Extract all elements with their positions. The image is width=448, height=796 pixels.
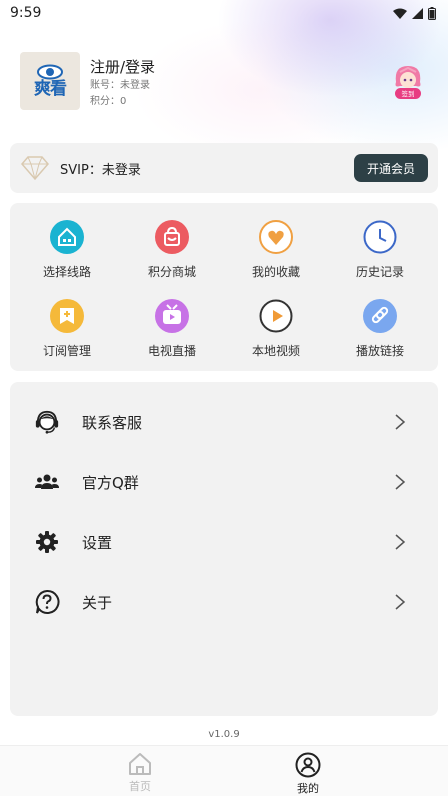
feature-play-link[interactable]: 播放链接 [335, 299, 425, 359]
menu-list: 联系客服 官方Q群 设置 关于 [10, 382, 438, 716]
tab-home-label: 首页 [129, 780, 151, 793]
wifi-icon [393, 8, 407, 19]
feature-label: 历史记录 [355, 265, 404, 279]
chevron-right-icon [395, 414, 406, 430]
open-vip-button[interactable]: 开通会员 [354, 154, 428, 182]
vip-card: SVIP：未登录 开通会员 [10, 143, 438, 193]
feature-label: 我的收藏 [251, 265, 300, 279]
feature-local-video[interactable]: 本地视频 [231, 299, 321, 359]
gear-icon [34, 529, 60, 555]
feature-tv-live[interactable]: 电视直播 [127, 299, 217, 359]
feature-history[interactable]: 历史记录 [335, 220, 425, 280]
bottom-tab-bar: 首页 我的 [0, 745, 448, 796]
tab-mine-label: 我的 [297, 782, 319, 795]
home-icon [129, 753, 151, 775]
menu-label: 关于 [82, 593, 113, 612]
login-title[interactable]: 注册/登录 [90, 56, 155, 77]
app-logo: 爽看 [20, 52, 80, 110]
diamond-icon [21, 156, 49, 181]
menu-item-customer-service[interactable]: 联系客服 [10, 402, 438, 442]
feature-label: 本地视频 [251, 344, 300, 358]
status-icons [393, 6, 436, 20]
chevron-right-icon [395, 594, 406, 610]
vip-status-label: SVIP：未登录 [60, 162, 141, 178]
feature-select-route[interactable]: 选择线路 [22, 220, 112, 280]
route-icon [50, 220, 84, 254]
profile-info: 注册/登录 账号：未登录 积分：0 [90, 52, 155, 109]
points-text: 积分：0 [90, 96, 127, 107]
feature-favorites[interactable]: 我的收藏 [231, 220, 321, 280]
signal-icon [412, 7, 423, 19]
tab-home[interactable]: 首页 [110, 752, 170, 794]
feature-points-mall[interactable]: 积分商城 [127, 220, 217, 280]
menu-item-about[interactable]: 关于 [10, 582, 438, 622]
feature-label: 积分商城 [147, 265, 196, 279]
feature-grid: 选择线路 积分商城 我的收藏 历史记录 订阅管理 电视直播 本地视频 播放链接 [10, 203, 438, 371]
checkin-avatar[interactable]: 签到 [388, 62, 428, 102]
menu-label: 设置 [82, 533, 113, 552]
headset-icon [34, 409, 60, 435]
feature-label: 订阅管理 [42, 344, 91, 358]
help-icon [34, 589, 60, 615]
checkin-badge-text: 签到 [402, 89, 415, 98]
user-icon [295, 752, 321, 778]
eye-icon [37, 64, 63, 80]
subscribe-icon [50, 299, 84, 333]
status-time: 9:59 [10, 5, 42, 21]
shop-bag-icon [155, 220, 189, 254]
feature-label: 播放链接 [355, 344, 404, 358]
feature-label: 电视直播 [147, 344, 196, 358]
version-text: v1.0.9 [208, 729, 240, 740]
logo-text: 爽看 [34, 79, 67, 99]
account-text: 账号：未登录 [90, 80, 150, 91]
feature-label: 选择线路 [42, 265, 91, 279]
status-bar: 9:59 [0, 0, 448, 26]
clock-icon [363, 220, 397, 254]
tv-icon [155, 299, 189, 333]
play-icon [259, 299, 293, 333]
group-icon [34, 469, 60, 495]
battery-icon [428, 6, 436, 20]
profile-section[interactable]: 爽看 注册/登录 账号：未登录 积分：0 [20, 52, 155, 110]
link-icon [363, 299, 397, 333]
chevron-right-icon [395, 534, 406, 550]
tab-mine[interactable]: 我的 [278, 752, 338, 796]
chevron-right-icon [395, 474, 406, 490]
heart-icon [259, 220, 293, 254]
menu-label: 官方Q群 [82, 473, 139, 492]
menu-item-settings[interactable]: 设置 [10, 522, 438, 562]
menu-item-qq-group[interactable]: 官方Q群 [10, 462, 438, 502]
menu-label: 联系客服 [82, 413, 143, 432]
feature-subscription[interactable]: 订阅管理 [22, 299, 112, 359]
